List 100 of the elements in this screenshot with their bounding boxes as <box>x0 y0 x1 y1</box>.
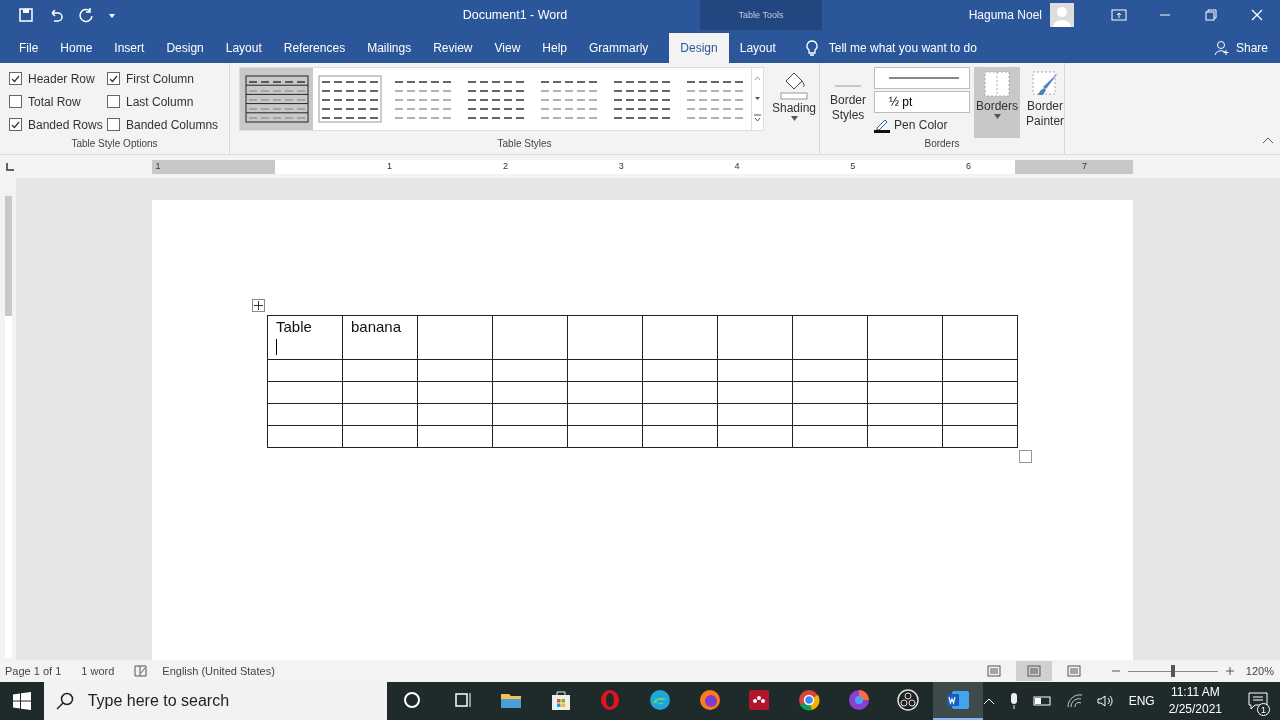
table-cell[interactable] <box>417 381 493 404</box>
table-cell[interactable] <box>942 359 1018 382</box>
table-cell[interactable]: Table <box>267 315 343 360</box>
shopping-bag-icon[interactable] <box>549 689 572 711</box>
table-cell[interactable] <box>867 359 943 382</box>
table-cell[interactable] <box>867 381 943 404</box>
clock[interactable]: 11:11 AM 2/25/2021 <box>1168 684 1223 718</box>
checkbox-option[interactable]: Header Row <box>9 67 107 90</box>
line-weight-dropdown[interactable]: ½ pt <box>874 91 971 113</box>
table-resize-handle[interactable] <box>1019 450 1032 463</box>
table-cell[interactable] <box>567 425 643 448</box>
checkbox[interactable] <box>107 72 120 85</box>
lightbulb-icon[interactable] <box>804 39 819 57</box>
table-cell[interactable] <box>942 425 1018 448</box>
ribbon-tab[interactable]: Design <box>155 33 215 63</box>
ribbon-tab[interactable]: Home <box>49 33 104 63</box>
table-cell[interactable] <box>417 359 493 382</box>
table-cell[interactable] <box>567 381 643 404</box>
zoom-in-icon[interactable] <box>1225 667 1234 675</box>
microphone-icon[interactable] <box>1008 692 1019 710</box>
table-cell[interactable] <box>342 359 418 382</box>
ribbon-tab[interactable]: Grammarly <box>578 33 660 63</box>
zoom-thumb[interactable] <box>1170 665 1175 677</box>
table-cell[interactable] <box>942 403 1018 426</box>
table-cell[interactable] <box>717 403 793 426</box>
collapse-ribbon-icon[interactable] <box>1262 136 1274 144</box>
table-cell[interactable] <box>342 425 418 448</box>
table-cell[interactable] <box>717 381 793 404</box>
proofing-icon[interactable] <box>134 664 149 678</box>
checkbox[interactable] <box>107 118 120 131</box>
table-cell[interactable] <box>792 403 868 426</box>
table-cell[interactable] <box>417 315 493 360</box>
customize-caret-icon[interactable] <box>108 11 116 19</box>
table-cell[interactable] <box>942 381 1018 404</box>
table-cell[interactable] <box>267 425 343 448</box>
pen-color-button[interactable]: Pen Color <box>874 115 971 135</box>
context-tab[interactable]: Layout <box>728 33 787 63</box>
table-cell[interactable] <box>792 315 868 360</box>
table-move-handle[interactable] <box>252 299 265 312</box>
table-cell[interactable] <box>417 425 493 448</box>
ribbon-tab[interactable]: Insert <box>103 33 156 63</box>
table-cell[interactable] <box>867 315 943 360</box>
input-language[interactable]: ENG <box>1128 694 1155 708</box>
table-cell[interactable] <box>642 403 718 426</box>
checkbox[interactable] <box>9 118 22 131</box>
table-cell[interactable] <box>417 403 493 426</box>
table-cell[interactable] <box>792 425 868 448</box>
table-style-option[interactable] <box>240 68 313 130</box>
ribbon-display-icon[interactable] <box>1111 7 1127 23</box>
table-cell[interactable] <box>492 425 568 448</box>
table-cell[interactable] <box>717 359 793 382</box>
checkbox[interactable] <box>9 95 22 108</box>
checkbox-option[interactable]: Banded Rows <box>9 113 107 136</box>
table-cell[interactable] <box>642 315 718 360</box>
table-cell[interactable] <box>717 315 793 360</box>
zoom-slider[interactable] <box>1127 665 1218 677</box>
table-cell[interactable] <box>267 381 343 404</box>
checkbox-option[interactable]: Banded Columns <box>107 113 227 136</box>
table-cell[interactable] <box>642 359 718 382</box>
ribbon-tab[interactable]: File <box>8 33 50 63</box>
table-cell[interactable] <box>492 359 568 382</box>
language-indicator[interactable]: English (United States) <box>162 665 275 677</box>
swirl-icon[interactable] <box>847 689 870 711</box>
restore-icon[interactable] <box>1203 7 1219 23</box>
ribbon-tab[interactable]: Review <box>422 33 484 63</box>
line-style-dropdown[interactable] <box>874 67 971 89</box>
save-icon[interactable] <box>18 7 34 23</box>
context-tab[interactable]: Design <box>669 33 729 63</box>
table-cell[interactable] <box>492 403 568 426</box>
borders-button[interactable]: Borders <box>974 67 1021 138</box>
share-button[interactable]: Share <box>1213 33 1268 63</box>
ribbon-tab[interactable]: View <box>483 33 532 63</box>
battery-icon[interactable] <box>1032 695 1053 707</box>
undo-icon[interactable] <box>48 7 64 23</box>
table-cell[interactable] <box>267 403 343 426</box>
wifi-icon[interactable] <box>1066 694 1083 708</box>
table-cell[interactable] <box>792 381 868 404</box>
table-cell[interactable] <box>267 359 343 382</box>
table-cell[interactable] <box>942 315 1018 360</box>
ribbon-tab[interactable]: References <box>272 33 357 63</box>
table-cell[interactable] <box>567 359 643 382</box>
speaker-icon[interactable] <box>1096 694 1115 708</box>
table-cell[interactable] <box>567 403 643 426</box>
ribbon-tab[interactable]: Layout <box>214 33 273 63</box>
close-icon[interactable] <box>1249 7 1265 23</box>
border-styles-button[interactable]: Border Styles <box>826 67 871 138</box>
redo-icon[interactable] <box>78 7 94 23</box>
table-cell[interactable] <box>642 425 718 448</box>
circle-icon[interactable] <box>401 690 422 710</box>
ribbon-tab[interactable]: Mailings <box>356 33 423 63</box>
checkbox-option[interactable]: Total Row <box>9 90 107 113</box>
table-cell[interactable] <box>642 381 718 404</box>
table-cell[interactable] <box>492 381 568 404</box>
table-cell[interactable] <box>867 403 943 426</box>
table-cell[interactable] <box>717 425 793 448</box>
chevron-up-icon[interactable] <box>982 697 995 705</box>
table-cell[interactable]: banana <box>342 315 418 360</box>
checkbox[interactable] <box>107 95 120 108</box>
checkbox[interactable] <box>9 72 22 85</box>
ribbon-tab[interactable]: Help <box>531 33 578 63</box>
